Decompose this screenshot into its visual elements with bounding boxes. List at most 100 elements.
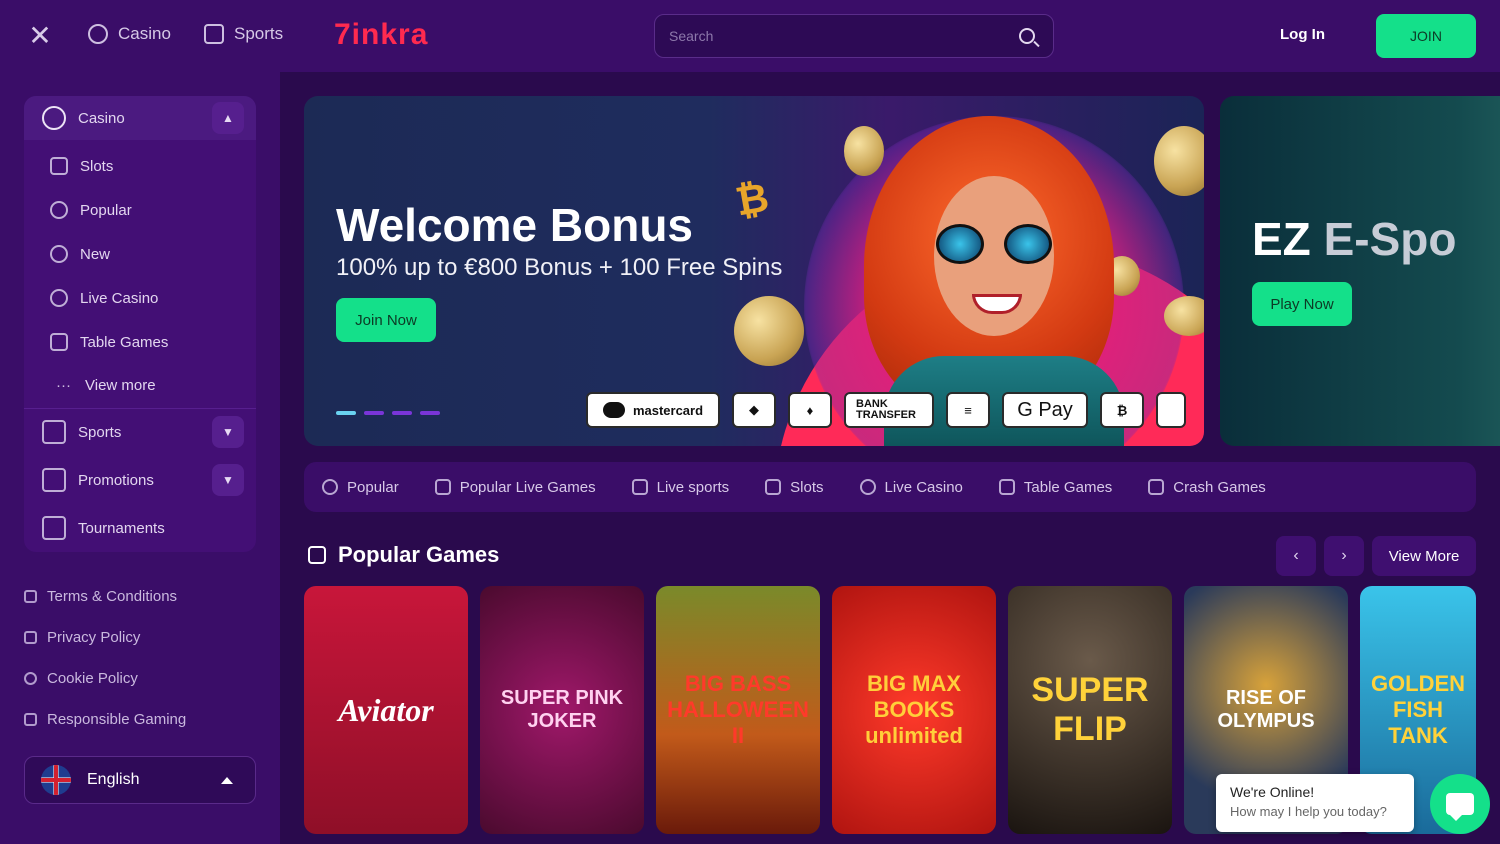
tab-live-sports[interactable]: Live sports xyxy=(631,479,729,496)
sidebar-item-live-casino[interactable]: Live Casino xyxy=(24,276,256,320)
sidebar-item-label: Slots xyxy=(80,157,114,175)
slot-machine-icon xyxy=(765,479,782,495)
mastercard-logo: mastercard xyxy=(586,392,720,428)
game-title: BIG MAX BOOKS unlimited xyxy=(865,671,963,748)
site-logo[interactable]: 7inkra xyxy=(334,18,428,52)
hero-subtitle: 100% up to €800 Bonus + 100 Free Spins xyxy=(336,254,783,281)
sidebar-item-slots[interactable]: Slots xyxy=(24,144,256,188)
coin-image xyxy=(1154,126,1204,196)
chat-popup[interactable]: We're Online! How may I help you today? xyxy=(1216,774,1414,832)
divider xyxy=(24,408,256,409)
game-tile-aviator[interactable]: Aviator xyxy=(304,586,468,834)
tab-table-games[interactable]: Table Games xyxy=(998,479,1112,496)
flame-icon xyxy=(322,479,338,495)
play-now-button[interactable]: Play Now xyxy=(1252,282,1352,326)
terms-link-label: Terms & Conditions xyxy=(47,588,178,605)
sidebar-item-label: Popular xyxy=(80,201,132,219)
sidebar-item-label: Live Casino xyxy=(80,289,159,307)
chevron-up-icon[interactable]: ▲ xyxy=(212,102,244,134)
search-icon[interactable] xyxy=(1019,28,1035,44)
chat-button[interactable] xyxy=(1430,774,1490,834)
esports-title-a: EZ xyxy=(1252,213,1311,265)
google-pay-logo: G Pay xyxy=(1002,392,1088,428)
mastercard-label: mastercard xyxy=(632,402,704,418)
tab-crash-games[interactable]: Crash Games xyxy=(1148,479,1266,496)
rocket-icon xyxy=(42,468,66,492)
terms-link[interactable]: Terms & Conditions xyxy=(24,588,177,605)
bitcoin-icon: ₿ xyxy=(732,175,773,225)
sidebar-item-promotions[interactable]: Promotions ▼ xyxy=(24,458,256,502)
language-selector[interactable]: English xyxy=(24,756,256,804)
cards-icon xyxy=(998,479,1015,495)
game-title: RISE OF OLYMPUS xyxy=(1217,687,1315,732)
cookie-icon xyxy=(24,672,37,685)
uk-flag-icon xyxy=(41,765,71,795)
game-title: GOLDEN FISH TANK xyxy=(1370,671,1466,748)
sidebar-item-new[interactable]: New xyxy=(24,232,256,276)
close-menu-icon[interactable]: ✕ xyxy=(26,22,54,50)
carousel-dot[interactable] xyxy=(392,411,412,415)
casino-chip-icon xyxy=(42,106,66,130)
cards-icon xyxy=(50,333,68,351)
game-tile-big-bass-halloween[interactable]: BIG BASS HALLOWEEN II xyxy=(656,586,820,834)
carousel-dot[interactable] xyxy=(420,411,440,415)
live-chip-icon xyxy=(50,289,68,307)
sidebar-item-popular[interactable]: Popular xyxy=(24,188,256,232)
esports-title: EZ E-Spo xyxy=(1252,212,1456,266)
join-now-button[interactable]: Join Now xyxy=(336,298,436,342)
chevron-down-icon[interactable]: ▼ xyxy=(212,464,244,496)
login-button[interactable]: Log In xyxy=(1280,26,1325,43)
game-title: SUPER FLIP xyxy=(1031,671,1149,748)
responsible-gaming-link[interactable]: Responsible Gaming xyxy=(24,711,186,728)
view-more-button[interactable]: View More xyxy=(1372,536,1476,576)
crash-chart-icon xyxy=(1148,479,1165,495)
tab-popular[interactable]: Popular xyxy=(322,479,399,496)
prev-arrow-button[interactable]: ‹ xyxy=(1276,536,1316,576)
chevron-down-icon[interactable]: ▼ xyxy=(212,416,244,448)
section-title: Popular Games xyxy=(338,542,500,567)
sidebar-item-label: Table Games xyxy=(80,333,169,351)
sidebar-item-table-games[interactable]: Table Games xyxy=(24,320,256,364)
tab-slots[interactable]: Slots xyxy=(765,479,824,496)
nav-casino[interactable]: Casino xyxy=(88,24,171,44)
casino-chip-icon xyxy=(88,24,108,44)
nav-sports[interactable]: Sports xyxy=(204,24,283,44)
bank-transfer-logo: BANK TRANSFER xyxy=(844,392,934,428)
cards-icon xyxy=(434,479,451,495)
sidebar: Casino ▲ Slots Popular New Live Casino T… xyxy=(0,72,280,844)
flame-icon xyxy=(50,201,68,219)
next-arrow-button[interactable]: › xyxy=(1324,536,1364,576)
search-box[interactable] xyxy=(654,14,1054,58)
cookie-link[interactable]: Cookie Policy xyxy=(24,670,138,687)
nav-casino-label: Casino xyxy=(118,24,171,43)
sidebar-item-sports[interactable]: Sports ▼ xyxy=(24,410,256,454)
apple-pay-icon xyxy=(1156,392,1186,428)
search-input[interactable] xyxy=(669,15,999,57)
people-icon xyxy=(24,713,37,726)
sidebar-item-casino[interactable]: Casino ▲ xyxy=(24,96,256,140)
tab-popular-live-games[interactable]: Popular Live Games xyxy=(434,479,596,496)
sidebar-item-label: Tournaments xyxy=(78,519,165,537)
jersey-icon xyxy=(204,24,224,44)
tab-label: Popular xyxy=(347,478,399,496)
hero-title: Welcome Bonus xyxy=(336,199,693,251)
calendar-icon xyxy=(631,479,648,495)
responsible-gaming-label: Responsible Gaming xyxy=(47,711,187,728)
privacy-link[interactable]: Privacy Policy xyxy=(24,629,140,646)
esports-banner[interactable]: EZ E-Spo Play Now xyxy=(1220,96,1500,446)
game-title: SUPER PINK JOKER xyxy=(500,687,624,732)
sidebar-item-tournaments[interactable]: Tournaments xyxy=(24,506,256,550)
document-icon xyxy=(24,590,37,603)
game-tile-big-max-books[interactable]: BIG MAX BOOKS unlimited xyxy=(832,586,996,834)
carousel-dot[interactable] xyxy=(364,411,384,415)
hero-banner[interactable]: Welcome Bonus ₿ 100% up to €800 Bonus + … xyxy=(304,96,1204,446)
category-tabs: Popular Popular Live Games Live sports S… xyxy=(304,462,1476,512)
join-button[interactable]: JOIN xyxy=(1376,14,1476,58)
slot-machine-icon xyxy=(50,157,68,175)
tab-live-casino[interactable]: Live Casino xyxy=(859,479,963,496)
sidebar-view-more[interactable]: ··· View more xyxy=(24,363,256,407)
game-tile-super-flip[interactable]: SUPER FLIP xyxy=(1008,586,1172,834)
caret-up-icon xyxy=(221,777,233,784)
game-tile-super-pink-joker[interactable]: SUPER PINK JOKER xyxy=(480,586,644,834)
carousel-dot[interactable] xyxy=(336,411,356,415)
